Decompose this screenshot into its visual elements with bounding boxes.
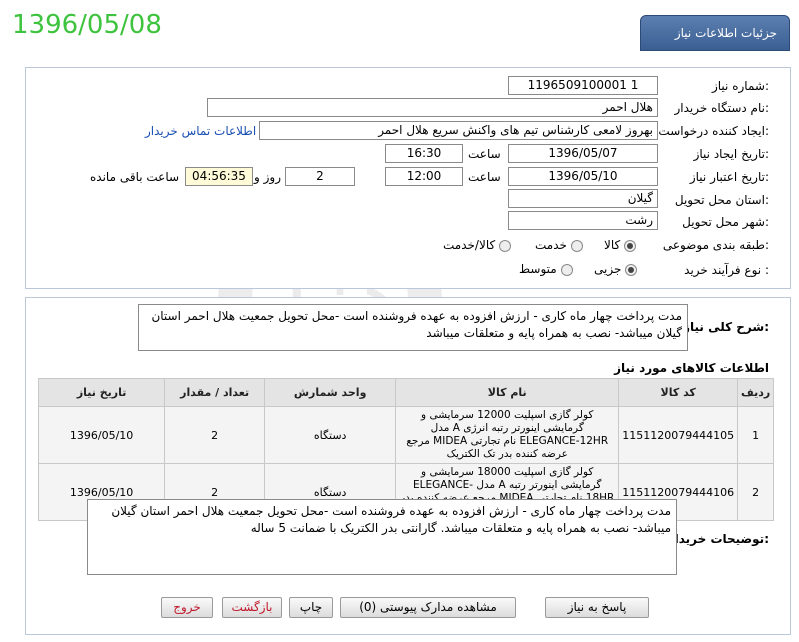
buyer-org-label: نام دستگاه خریدار: [674,101,770,115]
item-qty: 2 [164,406,266,464]
buyer-notes-line-2: میباشد- نصب به همراه پایه و متعلقات میبا… [250,521,671,535]
process-radio-minor[interactable]: جزیی [594,262,638,276]
announce-time-label: ساعت [468,147,501,161]
buyer-notes-label: توضیحات خریدار: [667,532,769,546]
col-row: ردیف [737,378,774,407]
announce-date-field: 1396/05/07 [508,144,658,163]
requester-label: ایجاد کننده درخواست: [658,124,769,138]
item-name: کولر گازی اسپلیت 12000 سرمایشی و گرمایشی… [395,406,620,464]
print-button[interactable]: چاپ [289,597,333,618]
process-label: نوع فرآیند خرید : [684,263,769,277]
table-row: 1 1151120079444105 کولر گازی اسپلیت 1200… [37,406,774,464]
col-name: نام کالا [395,378,620,407]
category-radio-goods-service[interactable]: کالا/خدمت [443,238,512,252]
announce-date-label: تاریخ ایجاد نیاز: [693,147,769,161]
city-label: شهر محل تحویل: [682,215,769,229]
validity-time-field: 12:00 [385,167,463,186]
need-number-label: شماره نیاز: [711,79,769,93]
col-unit: واحد شمارش [264,378,397,407]
items-header-row: ردیف کد کالا نام کالا واحد شمارش تعداد /… [37,378,774,407]
category-radio-service[interactable]: خدمت [535,238,583,252]
item-unit: دستگاه [264,406,397,464]
col-qty: تعداد / مقدار [164,378,266,407]
row-number: 2 [737,463,774,521]
radio-icon[interactable] [560,263,573,276]
row-number: 1 [737,406,774,464]
city-field: رشت [508,211,658,230]
description-line-2: گیلان میباشد- نصب به همراه پایه و متعلقا… [426,326,682,340]
validity-date-field: 1396/05/10 [508,167,658,186]
description-text: مدت پرداخت چهار ماه کاری - ارزش افزوده ب… [138,304,688,351]
process-medium-label: متوسط [519,262,557,276]
description-line-1: مدت پرداخت چهار ماه کاری - ارزش افزوده ب… [151,309,682,323]
remaining-time-label: ساعت باقی مانده [90,170,180,184]
col-date: تاریخ نیاز [37,378,166,407]
validity-time-label: ساعت [468,170,501,184]
item-date: 1396/05/10 [37,406,166,464]
back-button[interactable]: بازگشت [222,597,282,618]
days-remaining-field: 2 [285,167,355,186]
days-label: روز و [254,170,281,184]
radio-icon[interactable] [625,263,638,276]
item-code: 1151120079444105 [618,406,739,464]
reply-button[interactable]: پاسخ به نیاز [545,597,649,618]
col-code: کد کالا [618,378,739,407]
radio-icon[interactable] [570,239,583,252]
radio-icon[interactable] [624,239,637,252]
description-label: شرح کلی نیاز: [683,320,769,334]
process-minor-label: جزیی [594,262,622,276]
attachments-button[interactable]: مشاهده مدارک پیوستی (0) [340,597,516,618]
category-radio-goods[interactable]: کالا [604,238,637,252]
requester-field: بهروز لامعی کارشناس تیم های واکنش سریع ه… [259,121,658,140]
remaining-time-field: 04:56:35 [185,167,253,186]
buyer-contact-link[interactable]: اطلاعات تماس خریدار [145,124,256,138]
date-stamp: 1396/05/08 [12,10,162,40]
announce-time-field: 16:30 [385,144,463,163]
buyer-org-field: هلال احمر [207,98,658,117]
process-radio-medium[interactable]: متوسط [519,262,573,276]
buyer-notes-text: مدت پرداخت چهار ماه کاری - ارزش افزوده ب… [87,499,677,575]
category-label: طبقه بندی موضوعی: [662,238,769,252]
validity-date-label: تاریخ اعتبار نیاز: [689,170,769,184]
items-section-title: اطلاعات کالاهای مورد نیاز [614,361,769,375]
exit-button[interactable]: خروج [161,597,213,618]
page-title: جزئیات اطلاعات نیاز [640,15,790,51]
province-field: گیلان [508,189,658,208]
need-number-field: 1196509100001 1 [508,76,658,95]
province-label: استان محل تحویل: [674,193,769,207]
category-service-label: خدمت [535,238,567,252]
radio-icon[interactable] [499,239,512,252]
buyer-notes-line-1: مدت پرداخت چهار ماه کاری - ارزش افزوده ب… [111,504,671,518]
category-goods-service-label: کالا/خدمت [443,238,496,252]
category-goods-label: کالا [604,238,621,252]
